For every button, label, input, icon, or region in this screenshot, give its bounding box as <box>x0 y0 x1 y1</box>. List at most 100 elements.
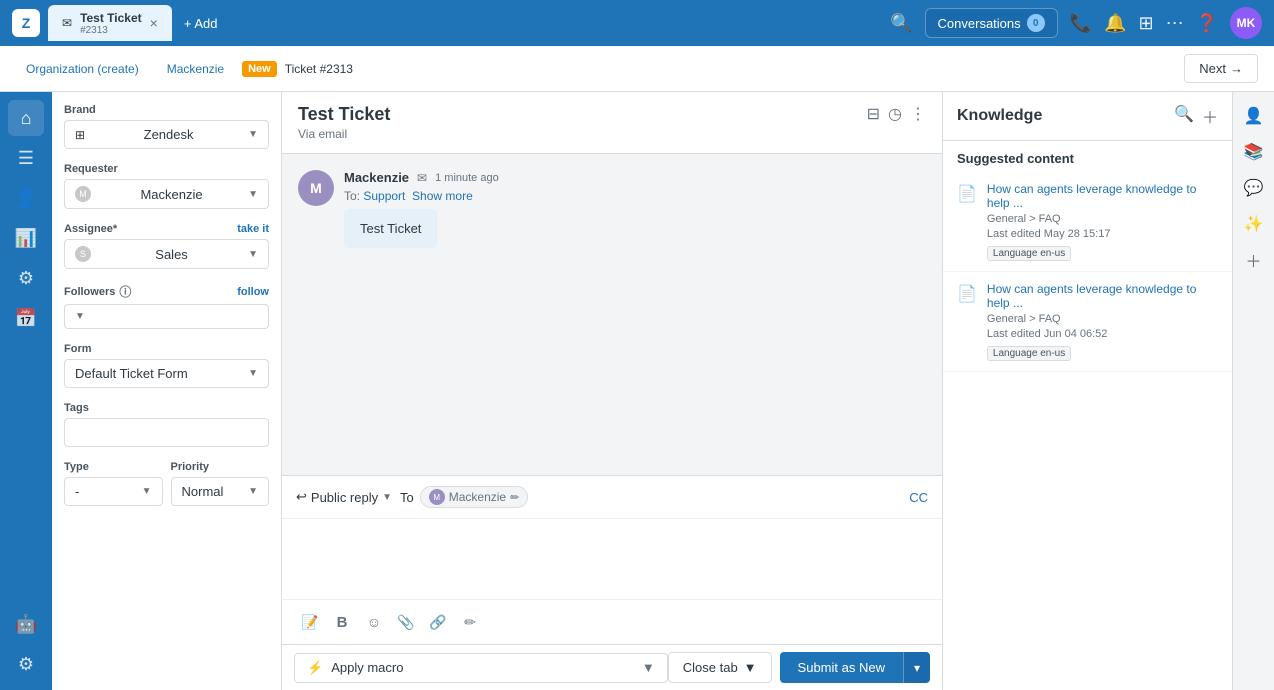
follow-link[interactable]: follow <box>237 286 269 298</box>
attach-button[interactable]: 📎 <box>392 608 420 636</box>
knowledge-item-2[interactable]: 📄 How can agents leverage knowledge to h… <box>943 272 1232 372</box>
nav-reporting-icon[interactable]: 📊 <box>8 220 44 256</box>
nav-admin-icon[interactable]: ⚙ <box>8 260 44 296</box>
breadcrumb-org[interactable]: Organization (create) <box>16 58 149 80</box>
close-tab-label: Close tab <box>683 660 738 675</box>
more-options-icon[interactable]: ⋮ <box>910 104 926 124</box>
followers-field: Followers ⓘ follow ▼ <box>64 283 269 329</box>
app-sidebar: ⌂ ☰ 👤 📊 ⚙ 📅 🤖 ⚙ <box>0 92 52 690</box>
type-label: Type <box>64 461 163 473</box>
macro-label: Apply macro <box>331 660 403 675</box>
take-it-link[interactable]: take it <box>237 223 269 235</box>
tab-icon: ✉ <box>62 16 72 30</box>
nav-home-icon[interactable]: ⌂ <box>8 100 44 136</box>
reply-to-user-chip[interactable]: M Mackenzie ✏ <box>420 486 529 508</box>
form-select[interactable]: Default Ticket Form ▼ <box>64 359 269 388</box>
grid-icon[interactable]: ⊞ <box>1138 13 1153 34</box>
nav-settings-bottom-icon[interactable]: ⚙ <box>8 646 44 682</box>
requester-select[interactable]: M Mackenzie ▼ <box>64 179 269 209</box>
reply-to-user-name: Mackenzie <box>449 490 506 504</box>
knowledge-item-title-2: How can agents leverage knowledge to hel… <box>987 282 1218 310</box>
knowledge-item-content-2: How can agents leverage knowledge to hel… <box>987 282 1218 361</box>
conversations-badge: 0 <box>1027 14 1045 32</box>
filter-icon[interactable]: ⊟ <box>867 104 880 124</box>
knowledge-item[interactable]: 📄 How can agents leverage knowledge to h… <box>943 172 1232 272</box>
ticket-via: Via email <box>298 127 390 141</box>
bell-icon[interactable]: 🔔 <box>1104 13 1126 34</box>
knowledge-search-icon[interactable]: 🔍 <box>1174 104 1194 128</box>
submit-button-group: Submit as New ▾ <box>780 652 930 683</box>
conversations-button[interactable]: Conversations 0 <box>925 8 1058 38</box>
message-sender-name: Mackenzie <box>344 170 409 185</box>
left-panel: Brand ⊞ Zendesk ▼ Requester M Mackenzie … <box>52 92 282 690</box>
rail-user-icon[interactable]: 👤 <box>1238 100 1270 132</box>
followers-select[interactable]: ▼ <box>64 304 269 329</box>
nav-users-icon[interactable]: 👤 <box>8 180 44 216</box>
brand-label: Brand <box>64 104 269 116</box>
knowledge-header-actions: 🔍 ＋ <box>1174 104 1218 128</box>
reply-to-avatar: M <box>429 489 445 505</box>
history-icon[interactable]: ◷ <box>888 104 902 124</box>
show-more-link[interactable]: Show more <box>412 189 473 203</box>
add-tab-button[interactable]: + Add <box>176 12 226 35</box>
form-field: Form Default Ticket Form ▼ <box>64 343 269 388</box>
search-icon[interactable]: 🔍 <box>890 13 912 34</box>
reply-to-label: To <box>400 490 414 505</box>
knowledge-header: Knowledge 🔍 ＋ <box>943 92 1232 141</box>
center-panel: Test Ticket Via email ⊟ ◷ ⋮ M Mackenzie … <box>282 92 942 690</box>
type-chevron-icon: ▼ <box>142 486 152 497</box>
reply-type-label: Public reply <box>311 490 378 505</box>
bottom-right-actions: Close tab ▼ Submit as New ▾ <box>668 652 930 683</box>
link-button[interactable]: 🔗 <box>424 608 452 636</box>
reply-cc-button[interactable]: CC <box>909 490 928 505</box>
priority-select[interactable]: Normal ▼ <box>171 477 270 506</box>
nav-bot-icon[interactable]: 🤖 <box>8 606 44 642</box>
right-rail: 👤 📚 💬 ✨ ＋ <box>1232 92 1274 690</box>
tab-area: ✉ Test Ticket #2313 × + Add <box>48 5 882 41</box>
followers-info-icon[interactable]: ⓘ <box>119 283 131 300</box>
message-to-line: To: Support Show more <box>344 189 926 203</box>
apply-macro-button[interactable]: ⚡ Apply macro ▼ <box>294 653 668 683</box>
submit-button[interactable]: Submit as New <box>780 652 903 683</box>
form-chevron-icon: ▼ <box>248 368 258 379</box>
topbar-actions: 🔍 Conversations 0 📞 🔔 ⊞ ⋯ ❓ MK <box>890 7 1262 39</box>
knowledge-item-date-1: Last edited May 28 15:17 <box>987 228 1218 240</box>
knowledge-item-icon-1: 📄 <box>957 184 977 261</box>
reply-body-input[interactable] <box>282 519 942 599</box>
brand-select[interactable]: ⊞ Zendesk ▼ <box>64 120 269 149</box>
tags-input[interactable] <box>64 418 269 447</box>
rail-chat-icon[interactable]: 💬 <box>1238 172 1270 204</box>
breadcrumb-user[interactable]: Mackenzie <box>157 58 234 80</box>
emoji-button[interactable]: ☺ <box>360 608 388 636</box>
draft-button[interactable]: 📝 <box>296 608 324 636</box>
type-select[interactable]: - ▼ <box>64 477 163 506</box>
assignee-label: Assignee* take it <box>64 223 269 235</box>
rail-knowledge-icon[interactable]: 📚 <box>1238 136 1270 168</box>
rail-plus-icon[interactable]: ＋ <box>1238 244 1270 276</box>
message-to-link[interactable]: Support <box>363 189 405 203</box>
close-tab-button[interactable]: Close tab ▼ <box>668 652 772 683</box>
nav-tickets-icon[interactable]: ☰ <box>8 140 44 176</box>
apps-icon[interactable]: ⋯ <box>1166 13 1184 34</box>
brand-icon: ⊞ <box>75 128 85 142</box>
format-button[interactable]: B <box>328 608 356 636</box>
assignee-select[interactable]: S Sales ▼ <box>64 239 269 269</box>
reply-type-button[interactable]: ↩ Public reply ▼ <box>296 489 392 505</box>
knowledge-item-lang-1: Language en-us <box>987 246 1071 261</box>
requester-label: Requester <box>64 163 269 175</box>
knowledge-add-icon[interactable]: ＋ <box>1202 104 1218 128</box>
rail-sparkle-icon[interactable]: ✨ <box>1238 208 1270 240</box>
next-button[interactable]: Next → <box>1184 54 1258 83</box>
phone-icon[interactable]: 📞 <box>1070 13 1092 34</box>
submit-dropdown-button[interactable]: ▾ <box>903 652 930 683</box>
reply-icon: ↩ <box>296 489 307 505</box>
tags-label: Tags <box>64 402 269 414</box>
user-avatar[interactable]: MK <box>1230 7 1262 39</box>
nav-calendar-icon[interactable]: 📅 <box>8 300 44 336</box>
breadcrumb-status-badge: New <box>242 61 277 77</box>
signature-button[interactable]: ✏ <box>456 608 484 636</box>
ticket-tab[interactable]: ✉ Test Ticket #2313 × <box>48 5 172 41</box>
tab-close-icon[interactable]: × <box>150 15 158 31</box>
help-icon[interactable]: ❓ <box>1196 13 1218 34</box>
reply-to-edit-icon: ✏ <box>510 491 519 504</box>
